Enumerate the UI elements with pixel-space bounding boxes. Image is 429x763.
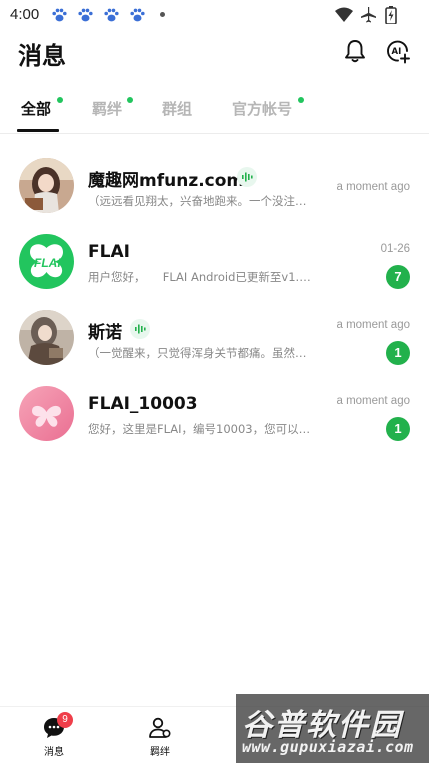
chat-name: FLAI [88,242,130,262]
tab-divider [0,133,429,134]
avatar [19,386,74,441]
chat-preview: （一觉醒来，只觉得浑身关节都痛。虽然如此，还是打起精神 [88,346,313,360]
tab-all[interactable]: 全部 [21,98,51,119]
tab-all-dot [57,97,63,103]
chat-name: 魔趣网mfunz.com [88,171,245,191]
chat-time: a moment ago [336,181,410,193]
flai-logo-avatar: FLAI [19,234,74,289]
nav-messages-badge: 9 [57,712,73,728]
nav-item-messages[interactable]: 9 消息 [24,707,84,763]
chat-name: 斯诺 [88,323,122,343]
chat-preview: （远远看见翔太，兴奋地跑来。一个没注意，被地上的石头绊了一下 [88,194,313,208]
battery-charging-icon [385,6,397,24]
avatar [19,158,74,213]
paw-icon [52,8,67,22]
pink-butterfly-avatar [19,386,74,441]
tab-bonds[interactable]: 羁绊 [92,98,122,119]
active-tab-indicator [17,129,59,132]
bell-icon[interactable] [342,38,368,64]
more-notifications-dot [160,12,165,17]
chat-list-item[interactable]: 斯诺 （一觉醒来，只觉得浑身关节都痛。虽然如此，还是打起精神 a moment … [0,310,429,386]
chat-time: a moment ago [336,395,410,407]
unread-badge: 1 [386,417,410,441]
voice-icon [237,167,257,187]
ai-add-icon[interactable]: AI [385,38,411,64]
paw-icon [130,8,145,22]
tab-bonds-dot [127,97,133,103]
tab-groups[interactable]: 群组 [162,98,192,119]
chat-time: 01-26 [380,243,410,255]
chat-name: FLAI_10003 [88,394,198,414]
chat-list-item[interactable]: FLAI FLAI 用户您好， FLAI Android已更新至v1.2.5版本… [0,234,429,310]
chat-time: a moment ago [336,319,410,331]
chat-preview: 用户您好， FLAI Android已更新至v1.2.5版本，快来体验吧 [88,270,313,284]
avatar [19,310,74,365]
watermark-url: www.gupuxiazai.com [242,738,414,756]
watermark: 谷普软件园 www.gupuxiazai.com [236,694,429,763]
status-time: 4:00 [10,6,40,23]
svg-text:AI: AI [392,47,402,57]
airplane-mode-icon [361,7,376,23]
tab-official-accounts[interactable]: 官方帐号 [232,98,292,119]
status-bar: 4:00 [0,0,429,30]
wifi-icon [335,7,353,22]
svg-text:FLAI: FLAI [34,256,61,270]
avatar: FLAI [19,234,74,289]
nav-item-bonds[interactable]: 羁绊 [130,707,190,763]
chat-preview: 您好，这里是FLAI，编号10003，您可以随时和我聊天 [88,422,313,436]
paw-icon [78,8,93,22]
anime-girl-reading-avatar [19,158,74,213]
anime-character-armor-avatar [19,310,74,365]
voice-icon [130,319,150,339]
nav-label: 消息 [44,747,64,758]
page-title: 消息 [18,42,66,70]
tab-official-accounts-dot [298,97,304,103]
chat-list-item[interactable]: 魔趣网mfunz.com （远远看见翔太，兴奋地跑来。一个没注意，被地上的石头绊… [0,158,429,234]
nav-label: 羁绊 [150,747,170,758]
unread-badge: 7 [386,265,410,289]
paw-icon [104,8,119,22]
contacts-icon [149,717,171,738]
chat-list-item[interactable]: FLAI_10003 您好，这里是FLAI，编号10003，您可以随时和我聊天 … [0,386,429,462]
unread-badge: 1 [386,341,410,365]
